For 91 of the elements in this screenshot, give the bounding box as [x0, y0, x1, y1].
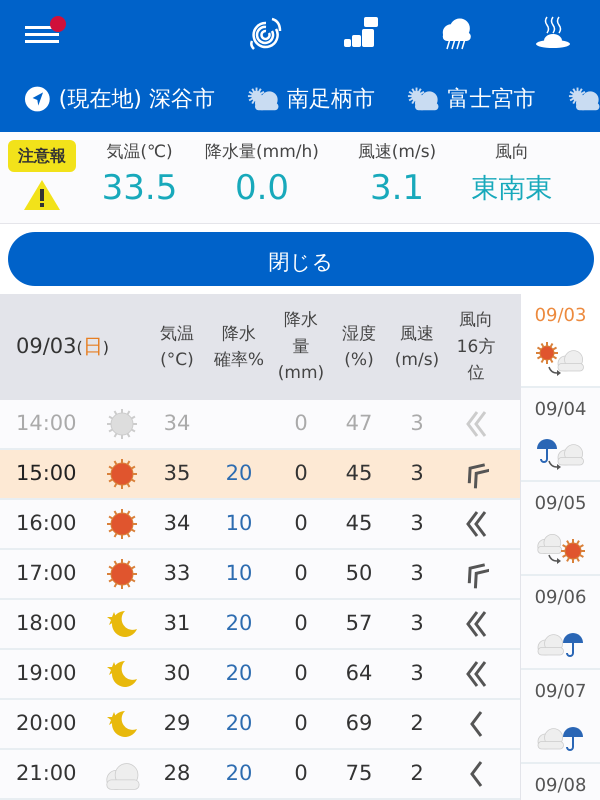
weekday-label: (日): [76, 333, 110, 360]
column-header: 降水 量 (mm): [276, 309, 326, 386]
sun-cloud-icon: [534, 341, 586, 379]
rainfall-cell: 0: [294, 461, 308, 486]
sun-icon: [105, 507, 139, 541]
hot-spring-icon[interactable]: [534, 15, 572, 51]
humidity-cell: 57: [346, 611, 372, 636]
humidity-cell: 75: [346, 761, 372, 786]
stat-value: 33.5: [102, 170, 178, 207]
time-cell-text: 15:00: [15, 460, 78, 488]
location-name[interactable]: 南足柄市: [287, 82, 376, 116]
rainfall-cell: 0: [294, 411, 308, 436]
location-name[interactable]: (現在地) 深谷市: [58, 82, 215, 116]
time-cell-text: 20:00: [15, 710, 78, 738]
table-row[interactable]: 21:00 28 20 0 75 2: [0, 750, 520, 800]
rain-chance-cell: 20: [226, 661, 252, 686]
stat-label: 気温(℃): [106, 141, 173, 164]
time-cell-text: 18:00: [15, 610, 78, 638]
stat-label: 降水量(mm/h): [205, 141, 319, 164]
temp-cell: 35: [164, 461, 190, 486]
rainfall-cell: 0: [294, 561, 308, 586]
humidity-cell: 64: [346, 661, 372, 686]
table-date: 09/03: [16, 333, 77, 360]
rainfall-cell: 0: [294, 711, 308, 736]
wind-speed-cell: 3: [410, 661, 424, 686]
stat-value: 3.1: [370, 170, 424, 207]
rainfall-cell: 0: [294, 661, 308, 686]
warning-icon: [22, 178, 62, 212]
time-cell-text: 16:00: [15, 510, 78, 538]
time-cell-text: 19:00: [15, 660, 78, 688]
sun-icon: [105, 407, 139, 441]
table-row[interactable]: 19:00 30 20 0 64 3: [0, 650, 520, 700]
partly-cloudy-icon[interactable]: [568, 86, 600, 112]
time-cell-text: 14:00: [15, 410, 78, 438]
close-button[interactable]: 閉じる: [8, 232, 594, 286]
alert-badge: 注意報: [8, 140, 76, 172]
table-row[interactable]: 17:00 33 10 0 50 3: [0, 550, 520, 600]
rainfall-cell: 0: [294, 761, 308, 786]
rainfall-cell: 0: [294, 511, 308, 536]
wind-speed-cell: 2: [410, 761, 424, 786]
column-header: 湿度 (%): [341, 322, 377, 372]
day-tab[interactable]: 09/06: [521, 576, 600, 670]
rain-chance-cell: 20: [226, 761, 252, 786]
partly-cloudy-icon[interactable]: [407, 86, 440, 112]
column-header: 風速 (m/s): [394, 322, 440, 372]
wind-speed-cell: 3: [410, 611, 424, 636]
day-tab[interactable]: 09/05: [521, 482, 600, 576]
column-header: 風向 16方 位: [456, 309, 496, 386]
stat-value: 0.0: [234, 170, 290, 207]
table-row[interactable]: 18:00 31 20 0 57 3: [0, 600, 520, 650]
stat-value: 東南東: [472, 174, 552, 204]
column-header: 降水 確率%: [212, 322, 266, 372]
day-tab[interactable]: 09/08: [521, 764, 600, 800]
partly-cloudy-icon[interactable]: [246, 86, 280, 112]
table-row[interactable]: 20:00 29 20 0 69 2: [0, 700, 520, 750]
rainfall-cell: 0: [294, 611, 308, 636]
humidity-cell: 47: [346, 411, 372, 436]
wind-speed-cell: 3: [410, 561, 424, 586]
temp-cell: 29: [164, 711, 190, 736]
temp-cell: 34: [164, 411, 190, 436]
location-icon[interactable]: [24, 85, 51, 113]
stat-label: 風向: [495, 141, 529, 164]
humidity-cell: 45: [346, 511, 372, 536]
sun-icon: [105, 557, 139, 591]
time-cell-text: 17:00: [15, 560, 78, 588]
temp-cell: 34: [164, 511, 190, 536]
table-row[interactable]: 16:00 34 10 0 45 3: [0, 500, 520, 550]
wind-speed-cell: 3: [410, 411, 424, 436]
day-tab[interactable]: 09/07: [521, 670, 600, 764]
rain-chance-cell: 10: [226, 561, 252, 586]
rain-chance-cell: 10: [226, 511, 252, 536]
wind-speed-cell: 2: [410, 711, 424, 736]
temp-cell: 31: [164, 611, 190, 636]
stat-label: 風速(m/s): [358, 141, 436, 164]
temp-cell: 30: [164, 661, 190, 686]
humidity-cell: 69: [346, 711, 372, 736]
rain-chance-cell: 20: [226, 461, 252, 486]
temp-cell: 28: [164, 761, 190, 786]
sun-icon: [105, 457, 139, 491]
table-row[interactable]: 15:00 35 20 0 45 3: [0, 450, 520, 500]
temp-cell: 33: [164, 561, 190, 586]
location-name[interactable]: 富士宮市: [448, 82, 536, 116]
rain-chance-cell: 20: [226, 611, 252, 636]
wind-speed-cell: 3: [410, 511, 424, 536]
rain-chance-cell: 20: [226, 711, 252, 736]
day-tab[interactable]: 09/04: [521, 388, 600, 482]
humidity-cell: 45: [346, 461, 372, 486]
column-header: 気温 (°C): [159, 322, 195, 372]
humidity-cell: 50: [346, 561, 372, 586]
wind-speed-cell: 3: [410, 461, 424, 486]
time-cell-text: 21:00: [15, 760, 78, 788]
